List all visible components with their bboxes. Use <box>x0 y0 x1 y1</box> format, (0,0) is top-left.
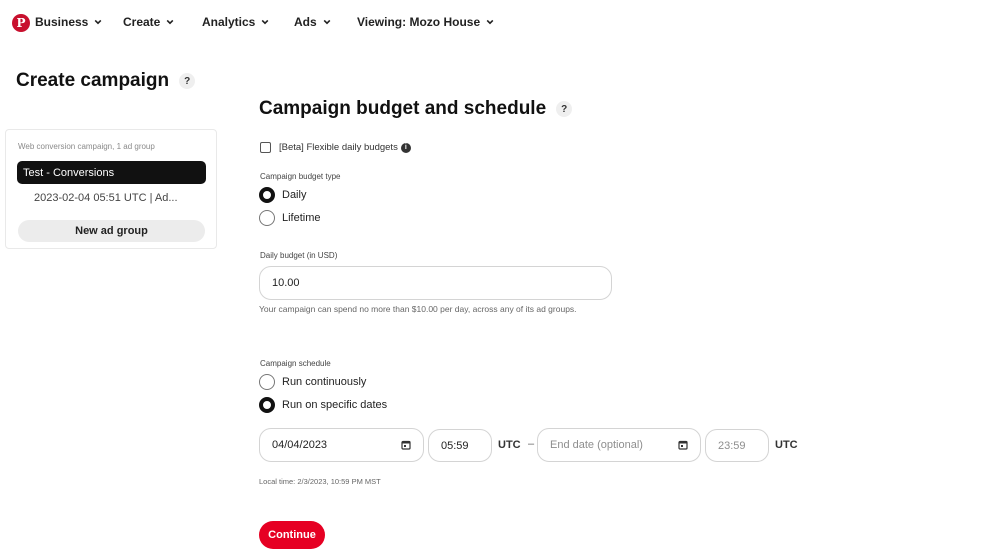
end-time-value: 23:59 <box>718 439 746 452</box>
pinterest-logo-icon[interactable]: P <box>12 14 30 32</box>
campaign-item-selected[interactable]: Test - Conversions <box>17 161 206 184</box>
nav-business-label: Business <box>35 15 89 29</box>
date-range-separator: – <box>528 438 535 450</box>
nav-create[interactable]: Create <box>123 15 174 29</box>
start-time-value: 05:59 <box>441 439 469 452</box>
daily-budget-input[interactable]: 10.00 <box>259 266 612 300</box>
page-title: Create campaign ? <box>16 70 196 92</box>
radio-button[interactable] <box>259 374 275 390</box>
radio-run-specific-dates[interactable]: Run on specific dates <box>259 397 387 413</box>
chevron-down-icon <box>486 19 494 25</box>
radio-lifetime[interactable]: Lifetime <box>259 210 321 226</box>
radio-daily[interactable]: Daily <box>259 187 306 203</box>
nav-ads[interactable]: Ads <box>294 15 331 29</box>
nav-viewing-label: Viewing: Mozo House <box>357 15 481 29</box>
flexible-budget-option[interactable]: [Beta] Flexible daily budgets i <box>260 142 411 153</box>
start-time-input[interactable]: 05:59 <box>428 429 492 462</box>
radio-lifetime-label: Lifetime <box>282 212 321 224</box>
local-time-text: Local time: 2/3/2023, 10:59 PM MST <box>259 477 381 486</box>
radio-run-continuously-label: Run continuously <box>282 376 367 388</box>
nav-create-label: Create <box>123 15 161 29</box>
nav-business[interactable]: Business <box>35 15 102 29</box>
calendar-icon[interactable] <box>401 440 411 450</box>
daily-budget-value: 10.00 <box>272 277 300 289</box>
end-date-placeholder: End date (optional) <box>550 439 643 451</box>
nav-ads-label: Ads <box>294 15 317 29</box>
help-icon[interactable]: ? <box>179 73 196 89</box>
calendar-icon[interactable] <box>678 440 688 450</box>
radio-daily-label: Daily <box>282 189 307 201</box>
start-date-value: 04/04/2023 <box>272 439 328 451</box>
chevron-down-icon <box>261 19 269 25</box>
daily-budget-helper: Your campaign can spend no more than $10… <box>259 304 577 314</box>
start-timezone: UTC <box>498 439 521 451</box>
new-ad-group-button[interactable]: New ad group <box>18 220 205 242</box>
section-title-text: Campaign budget and schedule <box>259 98 547 119</box>
radio-button-checked[interactable] <box>259 187 275 203</box>
radio-button[interactable] <box>259 210 275 226</box>
flexible-budget-label: [Beta] Flexible daily budgets <box>279 142 398 153</box>
campaign-caption: Web conversion campaign, 1 ad group <box>18 142 155 151</box>
flexible-budget-checkbox[interactable] <box>260 142 271 153</box>
chevron-down-icon <box>166 19 174 25</box>
chevron-down-icon <box>94 19 102 25</box>
info-icon[interactable]: i <box>400 142 411 153</box>
radio-run-specific-dates-label: Run on specific dates <box>282 399 388 411</box>
end-timezone: UTC <box>775 439 798 451</box>
page-title-text: Create campaign <box>16 70 170 91</box>
radio-run-continuously[interactable]: Run continuously <box>259 374 366 390</box>
radio-button-checked[interactable] <box>259 397 275 413</box>
top-navigation: P Business Create Analytics Ads Viewing:… <box>0 0 1000 46</box>
section-title: Campaign budget and schedule ? <box>259 98 573 120</box>
ad-group-item[interactable]: 2023-02-04 05:51 UTC | Ad... <box>34 192 178 204</box>
end-time-input[interactable]: 23:59 <box>705 429 769 462</box>
end-date-input[interactable]: End date (optional) <box>537 428 701 462</box>
daily-budget-label: Daily budget (in USD) <box>260 251 338 260</box>
start-date-input[interactable]: 04/04/2023 <box>259 428 424 462</box>
campaign-structure-card: Web conversion campaign, 1 ad group Test… <box>5 129 217 249</box>
budget-type-label: Campaign budget type <box>260 172 341 181</box>
schedule-label: Campaign schedule <box>260 359 331 368</box>
nav-viewing-account[interactable]: Viewing: Mozo House <box>357 15 494 29</box>
chevron-down-icon <box>323 19 331 25</box>
continue-button[interactable]: Continue <box>259 521 325 549</box>
help-icon[interactable]: ? <box>556 101 573 117</box>
nav-analytics[interactable]: Analytics <box>202 15 269 29</box>
nav-analytics-label: Analytics <box>202 15 256 29</box>
